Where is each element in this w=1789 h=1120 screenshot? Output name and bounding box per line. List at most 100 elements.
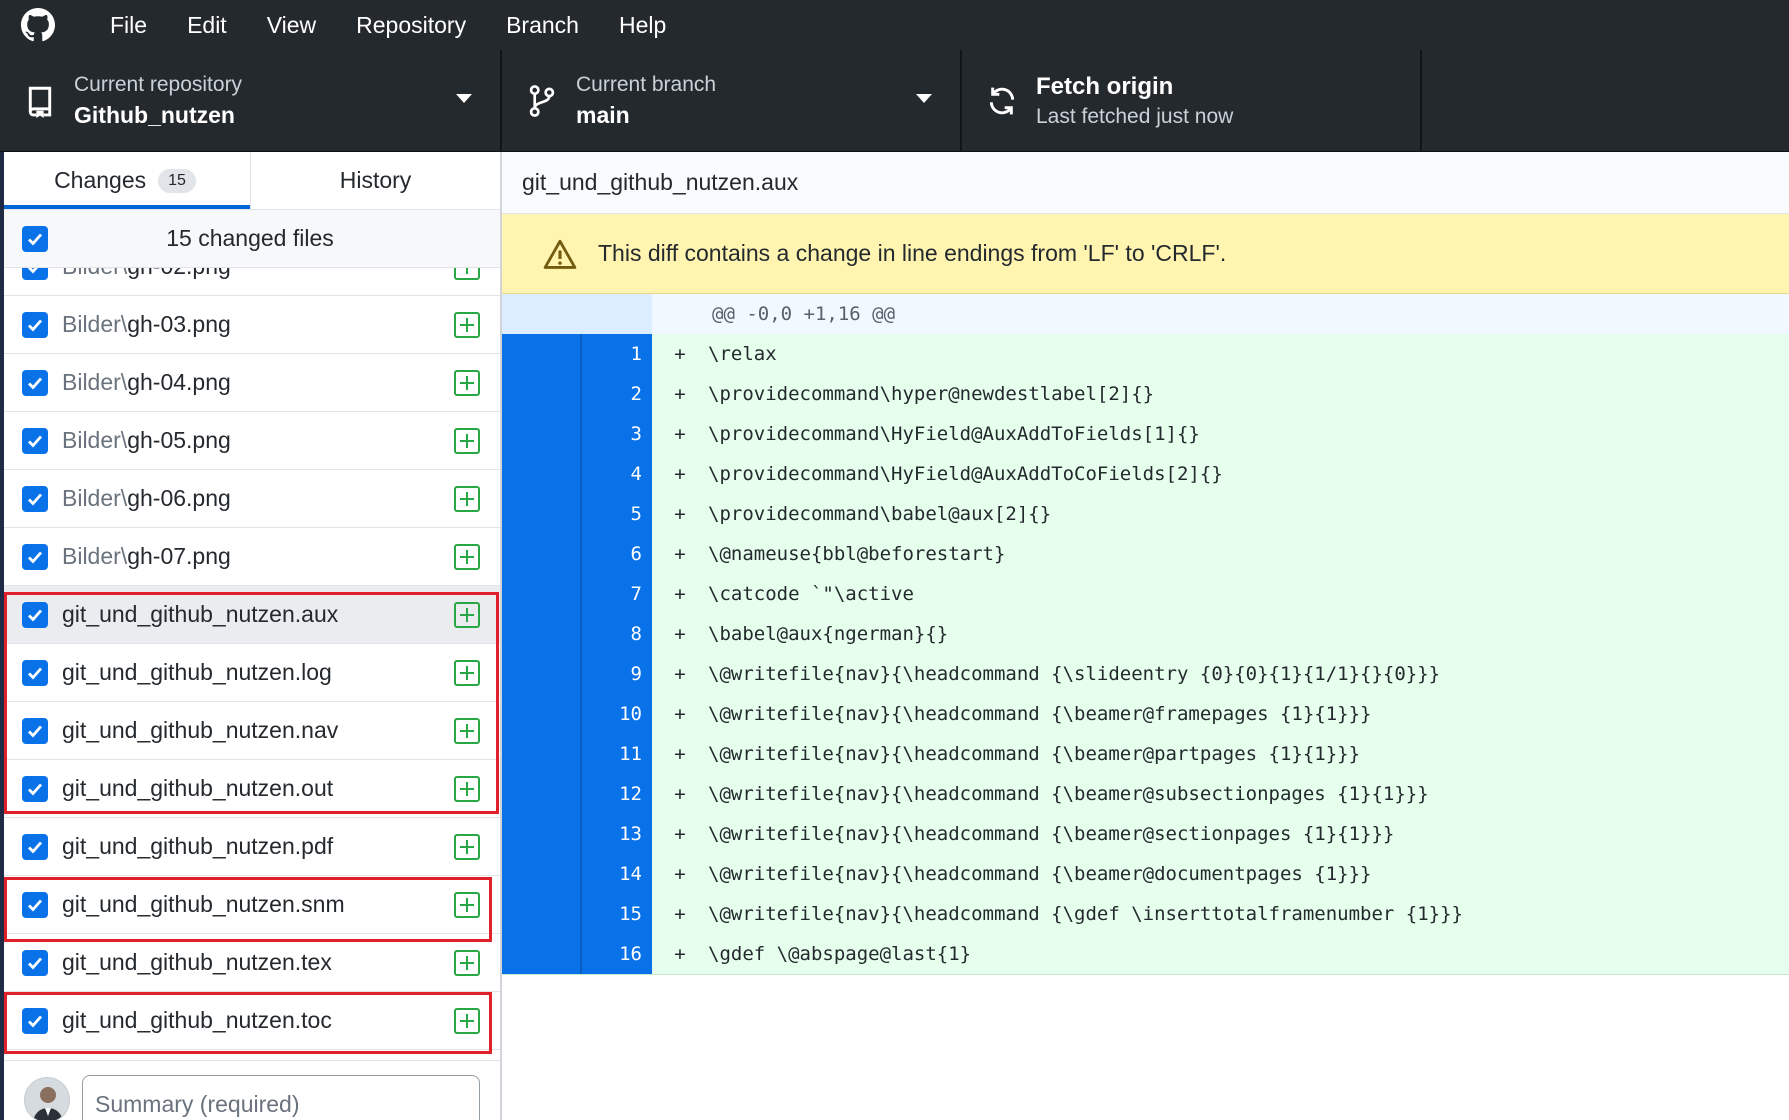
file-include-checkbox[interactable] xyxy=(22,268,48,280)
tab-history[interactable]: History xyxy=(250,152,500,209)
file-row[interactable]: git_und_github_nutzen.nav xyxy=(0,702,500,760)
diff-line[interactable]: 8 + \babel@aux{ngerman}{} xyxy=(502,614,1789,654)
new-line-number[interactable]: 16 xyxy=(580,934,652,974)
diff-line[interactable]: 14 + \@writefile{nav}{\headcommand {\beame… xyxy=(502,854,1789,894)
file-include-checkbox[interactable] xyxy=(22,486,48,512)
new-line-number[interactable]: 15 xyxy=(580,894,652,934)
file-row[interactable]: git_und_github_nutzen.snm xyxy=(0,876,500,934)
diff-line[interactable]: 9 + \@writefile{nav}{\headcommand {\slidee… xyxy=(502,654,1789,694)
fetch-origin-button[interactable]: Fetch origin Last fetched just now xyxy=(962,50,1422,152)
old-line-gutter[interactable] xyxy=(502,694,580,734)
new-line-number[interactable]: 14 xyxy=(580,854,652,894)
file-include-checkbox[interactable] xyxy=(22,834,48,860)
old-line-gutter[interactable] xyxy=(502,774,580,814)
checkbox-checked-icon xyxy=(28,725,43,738)
file-row[interactable]: Bilder\gh-03.png xyxy=(0,296,500,354)
file-row[interactable]: Bilder\gh-02.png xyxy=(0,268,500,296)
old-line-gutter[interactable] xyxy=(502,334,580,374)
old-line-gutter[interactable] xyxy=(502,494,580,534)
diff-line[interactable]: 15 + \@writefile{nav}{\headcommand {\gdef … xyxy=(502,894,1789,934)
new-line-number[interactable]: 6 xyxy=(580,534,652,574)
file-row[interactable]: git_und_github_nutzen.log xyxy=(0,644,500,702)
old-line-gutter[interactable] xyxy=(502,814,580,854)
diff-line[interactable]: 4 + \providecommand\HyField@AuxAddToCoFiel… xyxy=(502,454,1789,494)
checkbox-checked-icon xyxy=(28,783,43,796)
diff-line[interactable]: 16 + \gdef \@abspage@last{1} xyxy=(502,934,1789,974)
file-include-checkbox[interactable] xyxy=(22,950,48,976)
diff-code: \@writefile{nav}{\headcommand {\beamer@f… xyxy=(708,703,1372,725)
file-dir: Bilder\ xyxy=(62,369,128,395)
file-row[interactable]: Bilder\gh-07.png xyxy=(0,528,500,586)
file-row[interactable]: Bilder\gh-05.png xyxy=(0,412,500,470)
new-line-number[interactable]: 8 xyxy=(580,614,652,654)
file-path: git_und_github_nutzen.log xyxy=(62,659,332,686)
menu-file[interactable]: File xyxy=(90,0,167,50)
file-include-checkbox[interactable] xyxy=(22,892,48,918)
current-branch-button[interactable]: Current branch main xyxy=(502,50,962,152)
new-line-number[interactable]: 7 xyxy=(580,574,652,614)
new-line-number[interactable]: 12 xyxy=(580,774,652,814)
old-line-gutter[interactable] xyxy=(502,374,580,414)
file-row[interactable]: Bilder\gh-06.png xyxy=(0,470,500,528)
new-line-number[interactable]: 2 xyxy=(580,374,652,414)
diff-line[interactable]: 11 + \@writefile{nav}{\headcommand {\beame… xyxy=(502,734,1789,774)
diff-line[interactable]: 6 + \@nameuse{bbl@beforestart} xyxy=(502,534,1789,574)
old-line-gutter[interactable] xyxy=(502,454,580,494)
diff-line[interactable]: 13 + \@writefile{nav}{\headcommand {\beame… xyxy=(502,814,1789,854)
menu-repository[interactable]: Repository xyxy=(336,0,486,50)
menu-edit[interactable]: Edit xyxy=(167,0,247,50)
diff-line[interactable]: 12 + \@writefile{nav}{\headcommand {\beame… xyxy=(502,774,1789,814)
select-all-checkbox[interactable] xyxy=(22,225,48,252)
old-line-gutter[interactable] xyxy=(502,854,580,894)
file-include-checkbox[interactable] xyxy=(22,776,48,802)
old-line-gutter[interactable] xyxy=(502,534,580,574)
new-line-number[interactable]: 10 xyxy=(580,694,652,734)
file-row[interactable]: git_und_github_nutzen.out xyxy=(0,760,500,818)
old-line-gutter[interactable] xyxy=(502,574,580,614)
current-repository-name: Github_nutzen xyxy=(74,102,235,128)
new-line-number[interactable]: 4 xyxy=(580,454,652,494)
file-include-checkbox[interactable] xyxy=(22,370,48,396)
file-row[interactable]: git_und_github_nutzen.aux xyxy=(0,586,500,644)
menu-branch[interactable]: Branch xyxy=(486,0,599,50)
new-line-number[interactable]: 13 xyxy=(580,814,652,854)
old-line-gutter[interactable] xyxy=(502,414,580,454)
file-include-checkbox[interactable] xyxy=(22,1008,48,1034)
new-line-number[interactable]: 11 xyxy=(580,734,652,774)
new-line-number[interactable]: 1 xyxy=(580,334,652,374)
old-line-gutter[interactable] xyxy=(502,614,580,654)
file-row[interactable]: git_und_github_nutzen.toc xyxy=(0,992,500,1050)
file-name: git_und_github_nutzen.tex xyxy=(62,949,332,975)
old-line-gutter[interactable] xyxy=(502,894,580,934)
new-line-number[interactable]: 3 xyxy=(580,414,652,454)
menu-help[interactable]: Help xyxy=(599,0,686,50)
diff-line[interactable]: 7 + \catcode `"\active xyxy=(502,574,1789,614)
file-include-checkbox[interactable] xyxy=(22,660,48,686)
file-include-checkbox[interactable] xyxy=(22,428,48,454)
diff-line[interactable]: 10 + \@writefile{nav}{\headcommand {\beame… xyxy=(502,694,1789,734)
old-line-gutter[interactable] xyxy=(502,934,580,974)
file-include-checkbox[interactable] xyxy=(22,602,48,628)
old-line-gutter[interactable] xyxy=(502,734,580,774)
new-line-number[interactable]: 9 xyxy=(580,654,652,694)
file-dir: Bilder\ xyxy=(62,485,128,511)
diff-code: \@writefile{nav}{\headcommand {\beamer@s… xyxy=(708,823,1395,845)
menu-view[interactable]: View xyxy=(247,0,336,50)
file-row[interactable]: git_und_github_nutzen.pdf xyxy=(0,818,500,876)
file-include-checkbox[interactable] xyxy=(22,718,48,744)
commit-summary-input[interactable] xyxy=(82,1075,480,1120)
diff-line[interactable]: 2 + \providecommand\hyper@newdestlabel[2]{… xyxy=(502,374,1789,414)
new-line-number[interactable]: 5 xyxy=(580,494,652,534)
old-line-gutter[interactable] xyxy=(502,654,580,694)
diff-line[interactable]: 3 + \providecommand\HyField@AuxAddToFields… xyxy=(502,414,1789,454)
file-row[interactable]: Bilder\gh-04.png xyxy=(0,354,500,412)
file-name: git_und_github_nutzen.aux xyxy=(62,601,339,627)
tab-changes[interactable]: Changes 15 xyxy=(0,152,250,209)
file-row[interactable]: git_und_github_nutzen.tex xyxy=(0,934,500,992)
file-include-checkbox[interactable] xyxy=(22,312,48,338)
current-repository-button[interactable]: Current repository Github_nutzen xyxy=(0,50,502,152)
diff-line[interactable]: 1 + \relax xyxy=(502,334,1789,374)
hunk-gutter[interactable] xyxy=(502,294,652,334)
file-include-checkbox[interactable] xyxy=(22,544,48,570)
diff-line[interactable]: 5 + \providecommand\babel@aux[2]{} xyxy=(502,494,1789,534)
